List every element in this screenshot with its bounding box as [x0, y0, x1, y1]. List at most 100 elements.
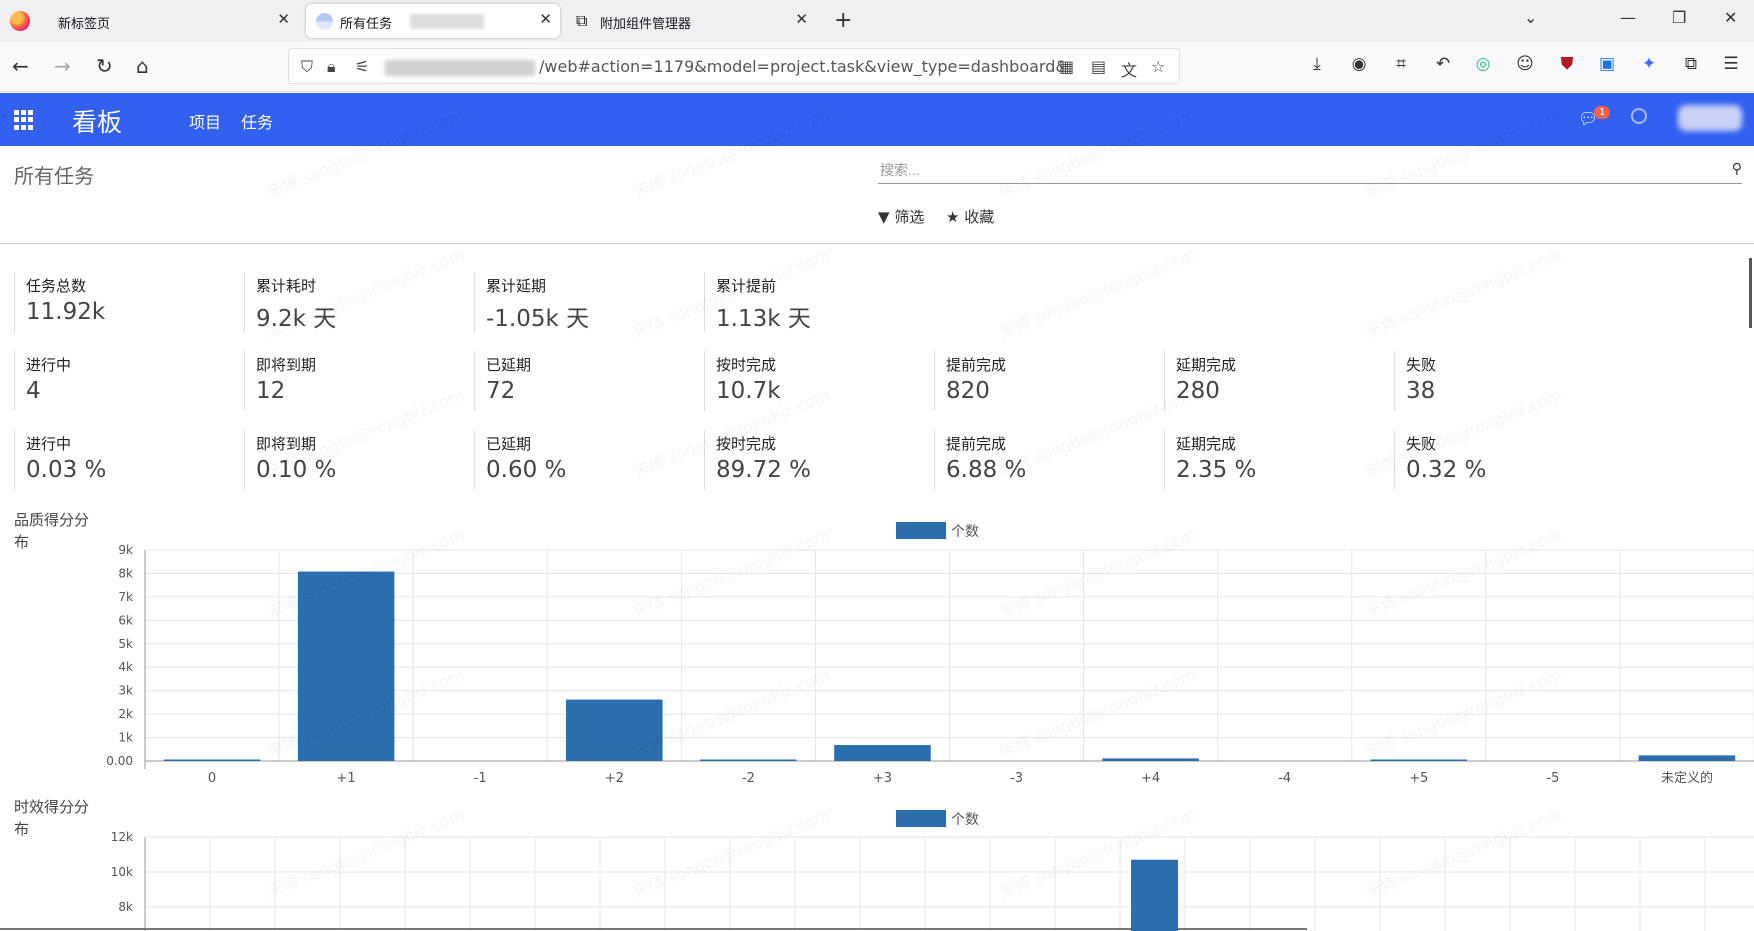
extension-bird-icon[interactable]: ✦	[1638, 54, 1660, 76]
home-icon[interactable]: ⌂	[136, 54, 149, 78]
stat-tile[interactable]: 累计提前 1.13k 天	[704, 272, 904, 332]
stat-tile[interactable]: 累计耗时 9.2k 天	[244, 272, 444, 332]
stat-tile[interactable]: 已延期 72	[474, 351, 674, 411]
funnel-icon: ▼	[878, 208, 890, 226]
tab-addons-manager[interactable]: ⧉ 附加组件管理器 ✕	[566, 4, 816, 38]
permissions-icon[interactable]: ⚟	[355, 57, 369, 76]
stat-tile[interactable]: 累计延期 -1.05k 天	[474, 272, 674, 332]
undo-icon[interactable]: ↶	[1432, 54, 1454, 76]
y-tick-label: 0.00	[106, 754, 133, 768]
extension-avatar-icon[interactable]: ☺	[1514, 54, 1536, 76]
download-icon[interactable]: ⤓	[1306, 54, 1328, 76]
menu-item-project[interactable]: 项目	[189, 109, 221, 133]
stat-tile[interactable]: 已延期 0.60 %	[474, 430, 674, 490]
stat-value: 4	[26, 378, 41, 404]
search-input[interactable]	[878, 158, 1698, 182]
timeliness-score-bar-chart: 个数 12k 10k 8k	[0, 810, 1754, 931]
tab-new-tab[interactable]: 新标签页 ✕	[44, 4, 298, 38]
stat-tile[interactable]: 即将到期 12	[244, 351, 444, 411]
scrollbar[interactable]	[1749, 258, 1752, 328]
blurred-host	[385, 60, 535, 76]
stat-label: 延期完成	[1176, 356, 1237, 374]
translate-icon[interactable]: 文	[1121, 57, 1137, 81]
bar	[1370, 759, 1468, 761]
y-tick-label: 8k	[118, 900, 133, 914]
stat-label: 提前完成	[946, 435, 1007, 453]
back-arrow-icon[interactable]: ←	[12, 54, 29, 78]
activity-clock-icon[interactable]	[1631, 108, 1647, 124]
x-tick-label: 未定义的	[1661, 770, 1713, 786]
tab-all-tasks[interactable]: 所有任务 ✕	[306, 4, 560, 38]
ublock-icon[interactable]: ⛊	[1556, 54, 1578, 76]
extensions-puzzle-icon[interactable]: ⧉	[1680, 54, 1702, 76]
menu-item-task[interactable]: 任务	[241, 109, 273, 133]
stat-tile[interactable]: 延期完成 2.35 %	[1164, 430, 1364, 490]
browser-tab-strip: 新标签页 ✕ 所有任务 ✕ ⧉ 附加组件管理器 ✕ + ⌄ — ❐ ✕	[0, 0, 1754, 42]
crop-icon[interactable]: ⌗	[1390, 54, 1412, 76]
watermark-text: 宋博 songbo@rongbiz.com	[1361, 242, 1565, 343]
extension-blue-icon[interactable]: ▣	[1596, 54, 1618, 76]
search-icon[interactable]: ⚲	[1732, 161, 1742, 177]
new-tab-plus-icon[interactable]: +	[834, 8, 852, 33]
legend-swatch	[896, 810, 946, 827]
stat-tile[interactable]: 提前完成 820	[934, 351, 1134, 411]
menu-hamburger-icon[interactable]: ☰	[1720, 54, 1742, 76]
blurred-text	[410, 14, 484, 29]
restore-icon[interactable]: ❐	[1672, 8, 1686, 27]
extension-green-icon[interactable]: ◎	[1472, 54, 1494, 76]
close-icon[interactable]: ✕	[795, 10, 808, 28]
minimize-icon[interactable]: —	[1620, 8, 1636, 27]
forward-arrow-icon[interactable]: →	[54, 54, 71, 78]
stat-tile[interactable]: 失败 38	[1394, 351, 1594, 411]
tab-title: 所有任务	[340, 17, 393, 32]
y-tick-label: 6k	[118, 613, 133, 627]
stat-tile[interactable]: 任务总数 11.92k	[14, 272, 214, 332]
list-all-tabs-chevron-icon[interactable]: ⌄	[1524, 8, 1537, 27]
shield-icon[interactable]: ⛉	[301, 57, 313, 77]
qr-code-icon[interactable]: ▦	[1059, 57, 1074, 76]
stat-tile[interactable]: 即将到期 0.10 %	[244, 430, 444, 490]
stat-label: 已延期	[486, 356, 532, 374]
stat-tile[interactable]: 失败 0.32 %	[1394, 430, 1594, 490]
bar	[1131, 859, 1178, 931]
bookmark-star-icon[interactable]: ☆	[1151, 57, 1165, 76]
x-tick-label: +3	[873, 771, 892, 786]
y-tick-label: 4k	[118, 660, 133, 674]
app-brand[interactable]: 看板	[72, 103, 122, 139]
stat-value: 38	[1406, 378, 1436, 404]
stat-tile[interactable]: 延期完成 280	[1164, 351, 1364, 411]
stat-tile[interactable]: 进行中 0.03 %	[14, 430, 214, 490]
url-bar[interactable]: ⛉ 🔒︎ ⚟ /web#action=1179&model=project.ta…	[288, 48, 1180, 84]
reader-view-icon[interactable]: ▤	[1091, 57, 1106, 76]
filter-button[interactable]: ▼ 筛选	[878, 206, 924, 227]
stat-tile[interactable]: 提前完成 6.88 %	[934, 430, 1134, 490]
close-icon[interactable]: ✕	[277, 10, 290, 28]
bar	[700, 759, 797, 761]
stat-label: 累计延期	[486, 277, 547, 295]
reload-icon[interactable]: ↻	[96, 54, 113, 78]
stat-value: 280	[1176, 378, 1220, 404]
stat-label: 延期完成	[1176, 435, 1237, 453]
favorites-button[interactable]: ★ 收藏	[946, 206, 994, 227]
stat-tile[interactable]: 按时完成 10.7k	[704, 351, 904, 411]
stat-tile[interactable]: 进行中 4	[14, 351, 214, 411]
x-tick-label: -5	[1546, 771, 1559, 786]
tab-title: 附加组件管理器	[600, 17, 692, 32]
stat-value: 0.32 %	[1406, 457, 1487, 483]
bar	[834, 745, 931, 761]
stat-value: 0.10 %	[256, 457, 337, 483]
extension-icon[interactable]: ◉	[1348, 54, 1370, 76]
url-text[interactable]: /web#action=1179&model=project.task&view…	[539, 57, 1063, 76]
stat-label: 进行中	[26, 356, 72, 374]
close-icon[interactable]: ✕	[539, 10, 552, 28]
favicon-icon	[316, 13, 333, 30]
apps-grid-icon[interactable]	[14, 110, 34, 130]
stat-value: 1.13k 天	[716, 306, 811, 332]
window-close-icon[interactable]: ✕	[1724, 8, 1737, 27]
firefox-logo-icon[interactable]	[10, 11, 30, 31]
y-tick-label: 9k	[118, 543, 133, 557]
y-tick-label: 12k	[111, 830, 133, 844]
stat-tile[interactable]: 按时完成 89.72 %	[704, 430, 904, 490]
avatar[interactable]	[1678, 105, 1742, 131]
lock-icon[interactable]: 🔒︎	[327, 57, 336, 77]
